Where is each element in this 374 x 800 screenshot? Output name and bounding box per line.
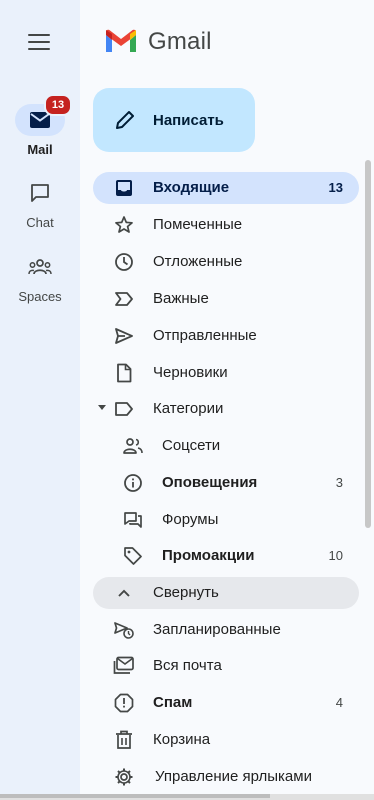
nav-item-inbox[interactable]: Входящие 13 [93, 172, 359, 204]
chevron-up-icon [113, 582, 135, 604]
spam-icon [113, 692, 135, 714]
forum-icon [122, 509, 144, 531]
nav-label-collapse: Свернуть [153, 584, 219, 601]
gmail-m-icon [106, 29, 136, 52]
caret-down-icon[interactable] [98, 405, 106, 410]
nav-label-social: Соцсети [162, 437, 221, 454]
spaces-icon [28, 259, 52, 275]
nav-label-manage-labels: Управление ярлыками [155, 768, 312, 785]
info-icon [122, 472, 144, 494]
nav-item-sent[interactable]: Отправленные [93, 320, 359, 352]
send-icon [113, 325, 135, 347]
compose-label: Написать [153, 111, 224, 129]
important-icon [113, 288, 135, 310]
chat-icon [31, 184, 49, 202]
nav-item-forums[interactable]: Форумы [93, 504, 359, 536]
nav-item-social[interactable]: Соцсети [93, 430, 359, 462]
nav-item-spam[interactable]: Спам 4 [93, 687, 359, 719]
main-menu-icon[interactable] [28, 34, 50, 52]
rail-label-mail: Mail [27, 142, 53, 157]
compose-button[interactable]: Написать [93, 88, 255, 152]
nav-label-inbox: Входящие [153, 179, 230, 196]
rail-item-chat[interactable]: Chat [0, 177, 80, 230]
nav-item-promotions[interactable]: Промоакции 10 [93, 540, 359, 572]
draft-icon [113, 362, 135, 384]
nav-item-drafts[interactable]: Черновики [93, 357, 359, 389]
pencil-icon [116, 111, 134, 129]
nav-label-categories: Категории [153, 400, 224, 417]
nav-item-all-mail[interactable]: Вся почта [93, 650, 359, 682]
horizontal-scrollbar[interactable] [0, 794, 374, 800]
nav-count-promotions: 10 [328, 548, 343, 563]
all-mail-icon [113, 655, 135, 677]
gmail-logo-text: Gmail [148, 28, 212, 55]
app-rail: 13 Mail Chat Spaces [0, 0, 80, 800]
nav-label-important: Важные [153, 290, 209, 307]
nav-label-promotions: Промоакции [162, 547, 255, 564]
nav-count-updates: 3 [335, 475, 343, 490]
tag-icon [122, 545, 144, 567]
nav-item-categories[interactable]: Категории [93, 393, 359, 425]
nav-label-starred: Помеченные [153, 216, 243, 233]
nav-item-scheduled[interactable]: Запланированные [93, 614, 359, 646]
nav-label-trash: Корзина [153, 731, 211, 748]
nav-item-manage-labels[interactable]: Управление ярлыками [93, 761, 359, 793]
nav-label-drafts: Черновики [153, 364, 228, 381]
trash-icon [113, 729, 135, 751]
nav-item-starred[interactable]: Помеченные [93, 209, 359, 241]
scheduled-icon [113, 619, 135, 641]
rail-label-chat: Chat [26, 215, 54, 230]
sidebar-scrollbar[interactable] [365, 160, 371, 528]
nav-item-snoozed[interactable]: Отложенные [93, 246, 359, 278]
gmail-logo[interactable]: Gmail [104, 28, 212, 56]
nav-item-updates[interactable]: Оповещения 3 [93, 467, 359, 499]
nav-item-important[interactable]: Важные [93, 283, 359, 315]
nav-label-scheduled: Запланированные [153, 621, 281, 638]
people-icon [122, 435, 144, 457]
rail-item-spaces[interactable]: Spaces [0, 251, 80, 304]
nav-label-forums: Форумы [162, 511, 219, 528]
settings-icon [113, 766, 135, 788]
nav-item-trash[interactable]: Корзина [93, 724, 359, 756]
nav-label-snoozed: Отложенные [153, 253, 243, 270]
nav-label-all-mail: Вся почта [153, 657, 222, 674]
inbox-icon [113, 177, 135, 199]
rail-label-spaces: Spaces [18, 289, 62, 304]
nav-item-collapse[interactable]: Свернуть [93, 577, 359, 609]
nav-count-inbox: 13 [328, 180, 343, 195]
mail-badge: 13 [44, 94, 72, 116]
nav-label-sent: Отправленные [153, 327, 257, 344]
label-icon [113, 398, 135, 420]
sidebar: Gmail Написать Входящие 13 Помеченные От… [80, 0, 374, 800]
rail-item-mail[interactable]: 13 Mail [0, 94, 80, 157]
clock-icon [113, 251, 135, 273]
nav-label-spam: Спам [153, 694, 193, 711]
nav-count-spam: 4 [335, 695, 343, 710]
nav-label-updates: Оповещения [162, 474, 258, 491]
star-icon [113, 214, 135, 236]
